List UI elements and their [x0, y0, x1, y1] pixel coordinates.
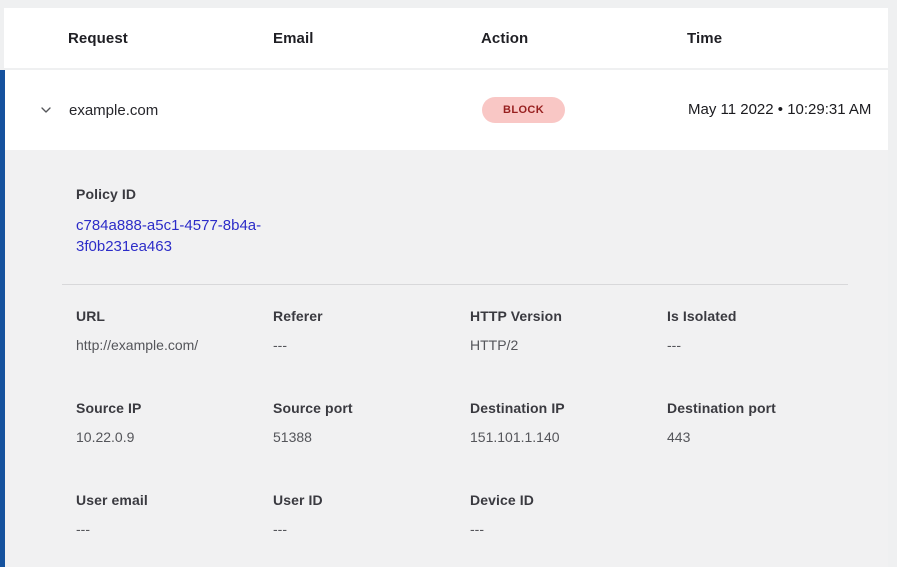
details-row-user: User email --- User ID --- Device ID --- — [76, 492, 848, 537]
field-user-id: User ID --- — [273, 492, 470, 537]
column-header-email: Email — [273, 30, 481, 47]
request-cell: example.com — [69, 102, 274, 119]
field-http-version: HTTP Version HTTP/2 — [470, 308, 667, 353]
policy-id-section: Policy ID c784a888-a5c1-4577-8b4a-3f0b23… — [76, 186, 848, 257]
field-referer: Referer --- — [273, 308, 470, 353]
field-empty — [667, 492, 864, 537]
policy-id-link[interactable]: c784a888-a5c1-4577-8b4a-3f0b231ea463 — [76, 215, 272, 257]
row-timestamp: May 11 2022 • 10:29:31 AM — [688, 98, 888, 122]
policy-id-label: Policy ID — [76, 186, 848, 202]
block-status-badge: BLOCK — [482, 97, 565, 123]
field-device-id: Device ID --- — [470, 492, 667, 537]
table-header: Request Email Action Time — [4, 8, 888, 68]
request-domain: example.com — [69, 102, 158, 119]
column-header-action: Action — [481, 30, 687, 47]
action-cell: BLOCK — [482, 97, 688, 123]
section-divider — [62, 284, 848, 285]
column-header-time: Time — [687, 30, 888, 47]
chevron-down-icon[interactable] — [37, 101, 55, 119]
details-row-http: URL http://example.com/ Referer --- HTTP… — [76, 308, 848, 353]
column-header-request: Request — [68, 30, 273, 47]
field-source-port: Source port 51388 — [273, 400, 470, 445]
log-row[interactable]: example.com BLOCK May 11 2022 • 10:29:31… — [0, 70, 888, 150]
field-is-isolated: Is Isolated --- — [667, 308, 864, 353]
field-url: URL http://example.com/ — [76, 308, 273, 353]
field-user-email: User email --- — [76, 492, 273, 537]
details-row-network: Source IP 10.22.0.9 Source port 51388 De… — [76, 400, 848, 445]
field-source-ip: Source IP 10.22.0.9 — [76, 400, 273, 445]
field-destination-port: Destination port 443 — [667, 400, 864, 445]
field-destination-ip: Destination IP 151.101.1.140 — [470, 400, 667, 445]
log-details-panel: Policy ID c784a888-a5c1-4577-8b4a-3f0b23… — [0, 150, 888, 567]
